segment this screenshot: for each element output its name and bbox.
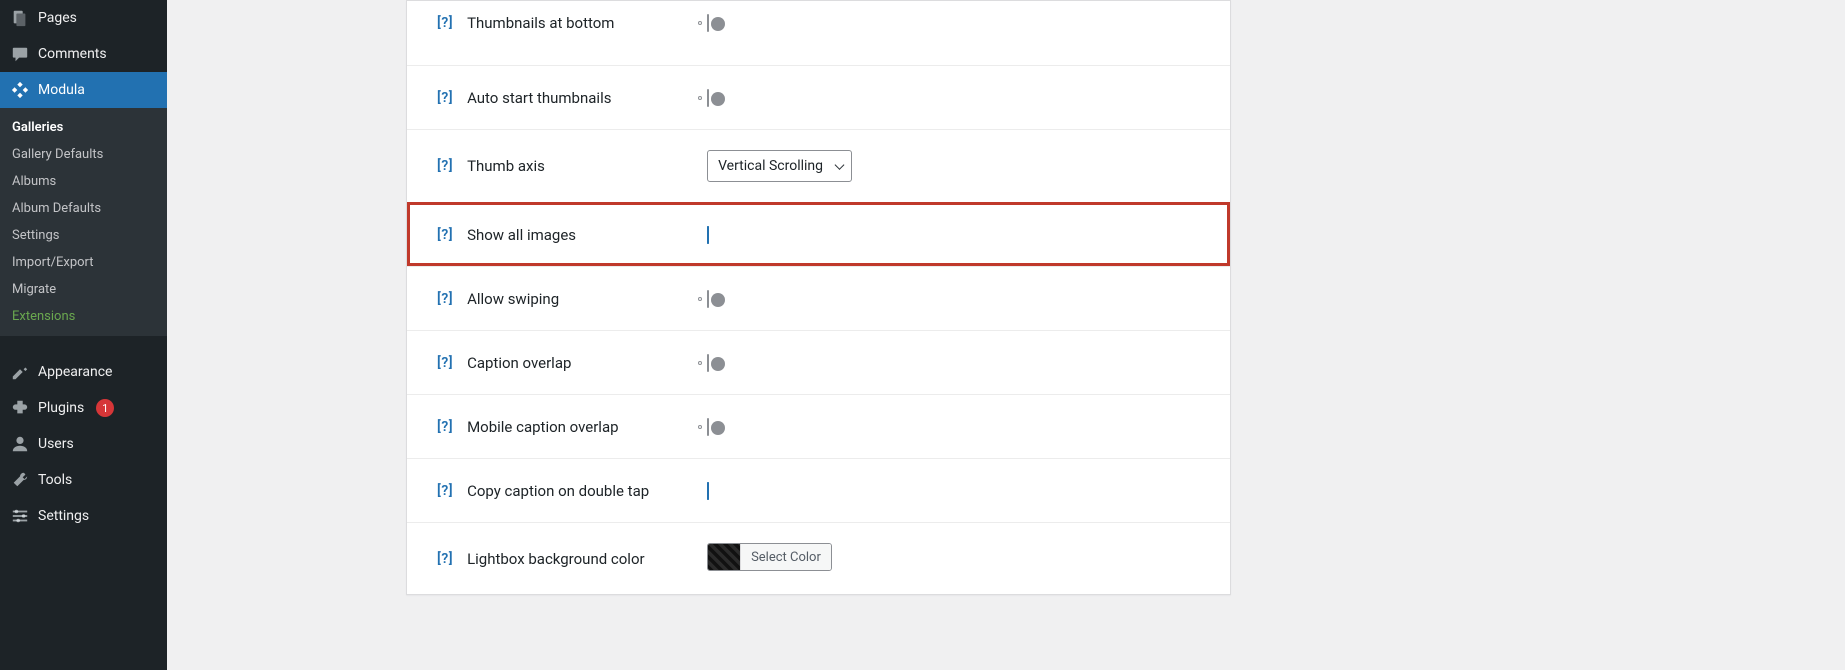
settings-panel: [?] Thumbnails at bottom [?] Auto start … (406, 0, 1231, 595)
right-gutter (1531, 0, 1845, 670)
help-icon[interactable]: [?] (437, 15, 453, 31)
row-allow-swiping: [?] Allow swiping (407, 266, 1230, 330)
submenu-extensions[interactable]: Extensions (0, 303, 167, 330)
sidebar-label: Plugins (38, 400, 84, 416)
setting-label: Thumbnails at bottom (467, 14, 707, 32)
content-area: [?] Thumbnails at bottom [?] Auto start … (167, 0, 1531, 670)
thumbnails-bottom-toggle[interactable] (707, 14, 709, 32)
sidebar-submenu-modula: Galleries Gallery Defaults Albums Album … (0, 108, 167, 336)
sidebar-label: Tools (38, 472, 72, 488)
sidebar-item-settings[interactable]: Settings (0, 498, 167, 534)
setting-label: Allow swiping (467, 290, 707, 308)
submenu-album-defaults[interactable]: Album Defaults (0, 195, 167, 222)
comments-icon (10, 44, 30, 64)
setting-label: Thumb axis (467, 157, 707, 175)
sidebar-item-appearance[interactable]: Appearance (0, 354, 167, 390)
row-show-all-images: [?] Show all images (407, 202, 1230, 266)
help-icon[interactable]: [?] (437, 90, 453, 106)
row-copy-caption-double-tap: [?] Copy caption on double tap (407, 458, 1230, 522)
lightbox-bg-color-picker[interactable]: Select Color (707, 543, 832, 571)
setting-label: Show all images (467, 226, 707, 244)
mobile-caption-overlap-toggle[interactable] (707, 418, 709, 436)
sidebar-item-pages[interactable]: Pages (0, 0, 167, 36)
sidebar-label: Modula (38, 82, 85, 98)
sidebar-label: Settings (38, 508, 89, 524)
select-value: Vertical Scrolling (718, 158, 823, 174)
row-thumb-axis: [?] Thumb axis Vertical Scrolling (407, 129, 1230, 202)
submenu-gallery-defaults[interactable]: Gallery Defaults (0, 141, 167, 168)
help-icon[interactable]: [?] (437, 158, 453, 174)
modula-icon (10, 80, 30, 100)
help-icon[interactable]: [?] (437, 291, 453, 307)
help-icon[interactable]: [?] (437, 355, 453, 371)
sidebar-item-comments[interactable]: Comments (0, 36, 167, 72)
plugins-update-badge: 1 (96, 399, 114, 417)
sidebar-label: Appearance (38, 364, 112, 380)
row-auto-start-thumbnails: [?] Auto start thumbnails (407, 65, 1230, 129)
setting-label: Mobile caption overlap (467, 418, 707, 436)
color-picker-label: Select Color (740, 544, 831, 570)
caption-overlap-toggle[interactable] (707, 354, 709, 372)
setting-label: Caption overlap (467, 354, 707, 372)
row-lightbox-bg-color: [?] Lightbox background color Select Col… (407, 522, 1230, 594)
submenu-galleries[interactable]: Galleries (0, 114, 167, 141)
sidebar-label: Pages (38, 10, 77, 26)
help-icon[interactable]: [?] (437, 419, 453, 435)
help-icon[interactable]: [?] (437, 483, 453, 499)
plugins-icon (10, 398, 30, 418)
color-swatch (708, 544, 740, 570)
submenu-import-export[interactable]: Import/Export (0, 249, 167, 276)
submenu-settings[interactable]: Settings (0, 222, 167, 249)
sidebar-item-modula[interactable]: Modula (0, 72, 167, 108)
admin-sidebar: Pages Comments Modula Galleries Gallery … (0, 0, 167, 670)
thumb-axis-select[interactable]: Vertical Scrolling (707, 150, 852, 182)
sidebar-item-users[interactable]: Users (0, 426, 167, 462)
tools-icon (10, 470, 30, 490)
sidebar-label: Users (38, 436, 74, 452)
sidebar-item-tools[interactable]: Tools (0, 462, 167, 498)
submenu-migrate[interactable]: Migrate (0, 276, 167, 303)
row-thumbnails-bottom: [?] Thumbnails at bottom (407, 1, 1230, 65)
copy-caption-double-tap-toggle[interactable] (707, 482, 709, 500)
row-mobile-caption-overlap: [?] Mobile caption overlap (407, 394, 1230, 458)
help-icon[interactable]: [?] (437, 551, 453, 567)
setting-label: Lightbox background color (467, 550, 707, 568)
auto-start-thumbnails-toggle[interactable] (707, 89, 709, 107)
row-caption-overlap: [?] Caption overlap (407, 330, 1230, 394)
users-icon (10, 434, 30, 454)
appearance-icon (10, 362, 30, 382)
sidebar-item-plugins[interactable]: Plugins 1 (0, 390, 167, 426)
settings-icon (10, 506, 30, 526)
help-icon[interactable]: [?] (437, 227, 453, 243)
pages-icon (10, 8, 30, 28)
allow-swiping-toggle[interactable] (707, 290, 709, 308)
sidebar-label: Comments (38, 46, 107, 62)
submenu-albums[interactable]: Albums (0, 168, 167, 195)
show-all-images-toggle[interactable] (707, 226, 709, 244)
setting-label: Auto start thumbnails (467, 89, 707, 107)
setting-label: Copy caption on double tap (467, 482, 707, 500)
